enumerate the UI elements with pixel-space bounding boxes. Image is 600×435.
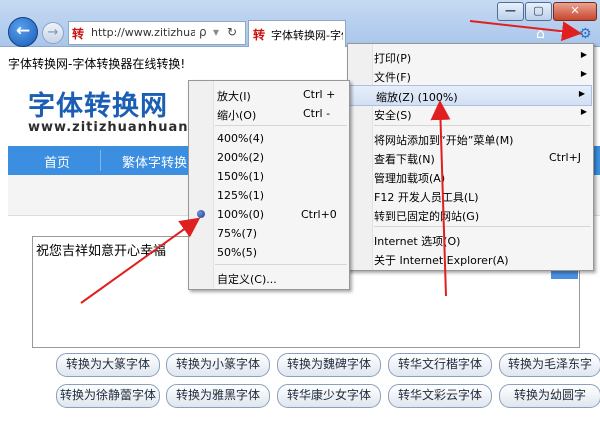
arrow-to-zoom — [430, 100, 451, 297]
annotation-arrows — [80, 20, 582, 304]
arrow-to-gear — [469, 20, 582, 42]
arrow-to-100 — [80, 217, 201, 304]
